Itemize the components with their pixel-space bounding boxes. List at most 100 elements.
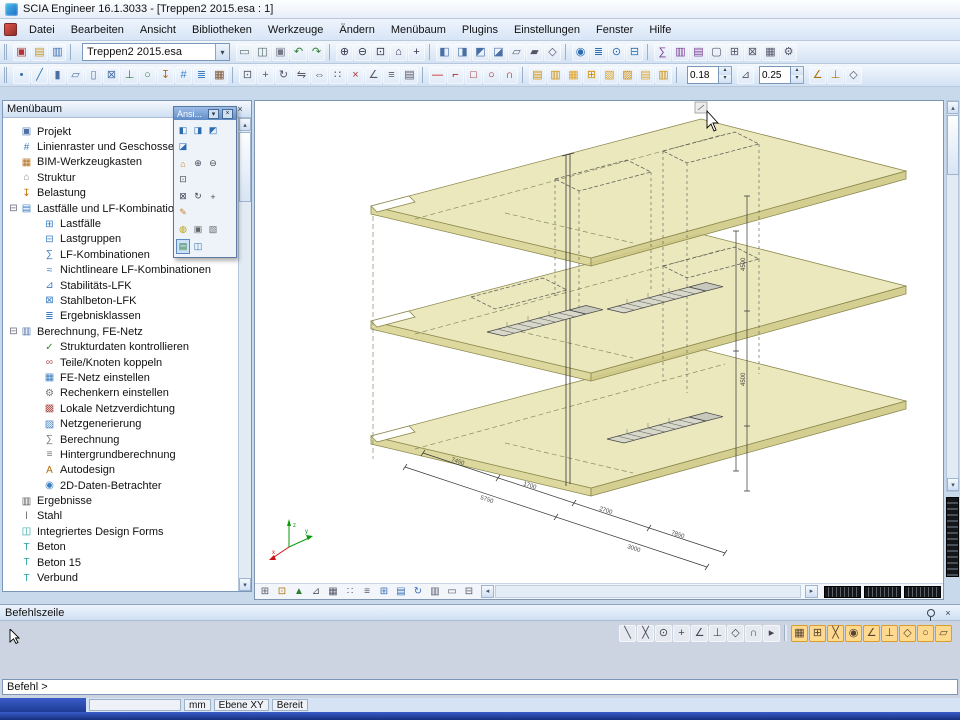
raster-icon[interactable]: ▦ xyxy=(325,585,341,599)
column-icon[interactable]: ▮ xyxy=(49,67,66,84)
tree-expand-box[interactable]: ⊟ xyxy=(8,203,19,214)
plane-field[interactable]: Ebene XY xyxy=(214,699,269,711)
wall-icon[interactable]: ▯ xyxy=(85,67,102,84)
menu-item[interactable]: Ansicht xyxy=(132,21,184,39)
layer-set-2-icon[interactable]: ▥ xyxy=(547,67,564,84)
tree-item[interactable]: ⊿ Stabilitäts-LFK xyxy=(4,278,237,293)
minimized-window[interactable] xyxy=(864,586,901,598)
line-grid-icon[interactable]: # xyxy=(175,67,192,84)
table-results-icon[interactable]: ⊠ xyxy=(744,44,761,61)
point-snap-toggle[interactable]: ⊞ xyxy=(809,625,826,642)
scroll-down-icon[interactable]: ▾ xyxy=(239,578,251,591)
support-icon[interactable]: ⊥ xyxy=(121,67,138,84)
table-input-icon[interactable]: ⊞ xyxy=(726,44,743,61)
document-icon[interactable] xyxy=(4,23,17,36)
units-field[interactable]: mm xyxy=(184,699,211,711)
project-combo[interactable]: Treppen2 2015.esa ▾ xyxy=(82,43,230,61)
shading-icon[interactable]: ▧ xyxy=(206,222,220,237)
spin-up-icon[interactable]: ▴ xyxy=(791,67,803,75)
redraw-icon[interactable]: ✎ xyxy=(176,205,190,220)
layers-quick-icon[interactable]: ▤ xyxy=(393,585,409,599)
snap-perpendicular-icon[interactable]: ⊥ xyxy=(709,625,726,642)
tree-item[interactable]: ◉ 2D-Daten-Betrachter xyxy=(4,478,237,493)
close-icon[interactable]: × xyxy=(941,606,955,619)
tree-item[interactable]: ◫ Integriertes Design Forms xyxy=(4,524,237,539)
layer-set-3-icon[interactable]: ▦ xyxy=(565,67,582,84)
scroll-thumb[interactable] xyxy=(239,132,251,202)
close-icon[interactable]: × xyxy=(222,109,233,119)
slab-icon[interactable]: ▱ xyxy=(67,67,84,84)
line-grid-icon[interactable]: ≡ xyxy=(359,585,375,599)
toolbar-grip[interactable] xyxy=(4,67,9,83)
open-icon[interactable]: ▤ xyxy=(31,44,48,61)
spin-up-icon[interactable]: ▴ xyxy=(719,67,731,75)
grid-snap-toggle[interactable]: ▦ xyxy=(791,625,808,642)
view-settings-icon[interactable]: ▥ xyxy=(427,585,443,599)
spin-down-icon[interactable]: ▾ xyxy=(719,75,731,83)
tree-item[interactable]: T Verbund xyxy=(4,570,237,585)
catalog-icon[interactable]: ▦ xyxy=(211,67,228,84)
menu-item[interactable]: Einstellungen xyxy=(506,21,588,39)
view-dialog-icon[interactable]: ◫ xyxy=(191,239,205,254)
tree-item[interactable]: ▨ Netzgenerierung xyxy=(4,416,237,431)
selection-arrow-icon[interactable]: ▸ xyxy=(763,625,780,642)
clipping-box-icon[interactable]: ⊟ xyxy=(626,44,643,61)
layer-manager-icon[interactable]: ≡ xyxy=(383,67,400,84)
delete-icon[interactable]: × xyxy=(347,67,364,84)
pin-icon[interactable] xyxy=(927,609,935,617)
tree-item[interactable]: T Beton 15 xyxy=(4,555,237,570)
zoom-all-icon[interactable]: ⌂ xyxy=(176,156,190,171)
toolbar-grip[interactable] xyxy=(4,44,9,60)
tree-item[interactable]: ⚙ Rechenkern einstellen xyxy=(4,386,237,401)
menu-item[interactable]: Werkzeuge xyxy=(260,21,331,39)
tree-item[interactable]: ∑ Berechnung xyxy=(4,432,237,447)
coord-input-icon[interactable]: ⊞ xyxy=(257,585,273,599)
draw-polyline-icon[interactable]: ⌐ xyxy=(447,67,464,84)
tree-scrollbar[interactable]: ▴ ▾ xyxy=(238,118,251,591)
tree-item[interactable]: ∞ Teile/Knoten koppeln xyxy=(4,355,237,370)
scroll-thumb[interactable] xyxy=(947,115,959,175)
command-panel-header[interactable]: Befehlszeile × xyxy=(0,605,960,621)
zoom-out-icon[interactable]: ⊖ xyxy=(354,44,371,61)
layer-set-7-icon[interactable]: ▤ xyxy=(637,67,654,84)
view-top-icon[interactable]: ◧ xyxy=(436,44,453,61)
layer-set-6-icon[interactable]: ▨ xyxy=(619,67,636,84)
snap-endpoint-icon[interactable]: ╲ xyxy=(619,625,636,642)
chevron-down-icon[interactable]: ▾ xyxy=(208,109,219,119)
layers-icon[interactable]: ≣ xyxy=(590,44,607,61)
hscroll-right-icon[interactable]: ▸ xyxy=(805,585,818,598)
angle-snap-toggle[interactable]: ∠ xyxy=(863,625,880,642)
hscroll-left-icon[interactable]: ◂ xyxy=(481,585,494,598)
rotate-icon[interactable]: ↻ xyxy=(275,67,292,84)
working-plane-icon[interactable]: ⊿ xyxy=(308,585,324,599)
measure-icon[interactable]: ∠ xyxy=(365,67,382,84)
snap-mode-icon[interactable]: ⊡ xyxy=(274,585,290,599)
floor-slab-top[interactable] xyxy=(371,119,906,266)
menu-item[interactable]: Bibliotheken xyxy=(184,21,260,39)
snap-tangent-icon[interactable]: ◇ xyxy=(727,625,744,642)
draw-line-icon[interactable]: — xyxy=(429,67,446,84)
array-icon[interactable]: ∷ xyxy=(329,67,346,84)
undo-icon[interactable]: ↶ xyxy=(290,44,307,61)
docked-dark-panel[interactable] xyxy=(946,497,959,577)
draw-circle-icon[interactable]: ○ xyxy=(483,67,500,84)
rotate-view-icon[interactable]: ↻ xyxy=(191,189,205,204)
perpendicular-snap-toggle[interactable]: ⊥ xyxy=(881,625,898,642)
scroll-up-icon[interactable]: ▴ xyxy=(947,101,959,114)
center-snap-toggle[interactable]: ◉ xyxy=(845,625,862,642)
new-project-icon[interactable]: ▣ xyxy=(13,44,30,61)
midpoint-snap-toggle[interactable]: ◇ xyxy=(899,625,916,642)
tree-item[interactable]: ⊟ ▥ Berechnung, FE-Netz xyxy=(4,324,237,339)
pan-icon[interactable]: + xyxy=(408,44,425,61)
view-top-icon[interactable]: ◩ xyxy=(206,123,220,138)
scale-icon[interactable]: ⇔ xyxy=(311,67,328,84)
plane-snap-toggle[interactable]: ▱ xyxy=(935,625,952,642)
zoom-selection-icon[interactable]: ⊠ xyxy=(176,189,190,204)
model-3d-view[interactable]: 7450 1700 2700 7850 5750 3000 4500 4500 xyxy=(255,101,943,583)
cursor-step-icon[interactable]: ◇ xyxy=(845,67,862,84)
scroll-up-icon[interactable]: ▴ xyxy=(239,118,251,131)
minimized-window[interactable] xyxy=(904,586,941,598)
pan-view-icon[interactable]: + xyxy=(206,189,220,204)
table-view-icon[interactable]: ⊟ xyxy=(461,585,477,599)
visibility-icon[interactable]: ◉ xyxy=(572,44,589,61)
